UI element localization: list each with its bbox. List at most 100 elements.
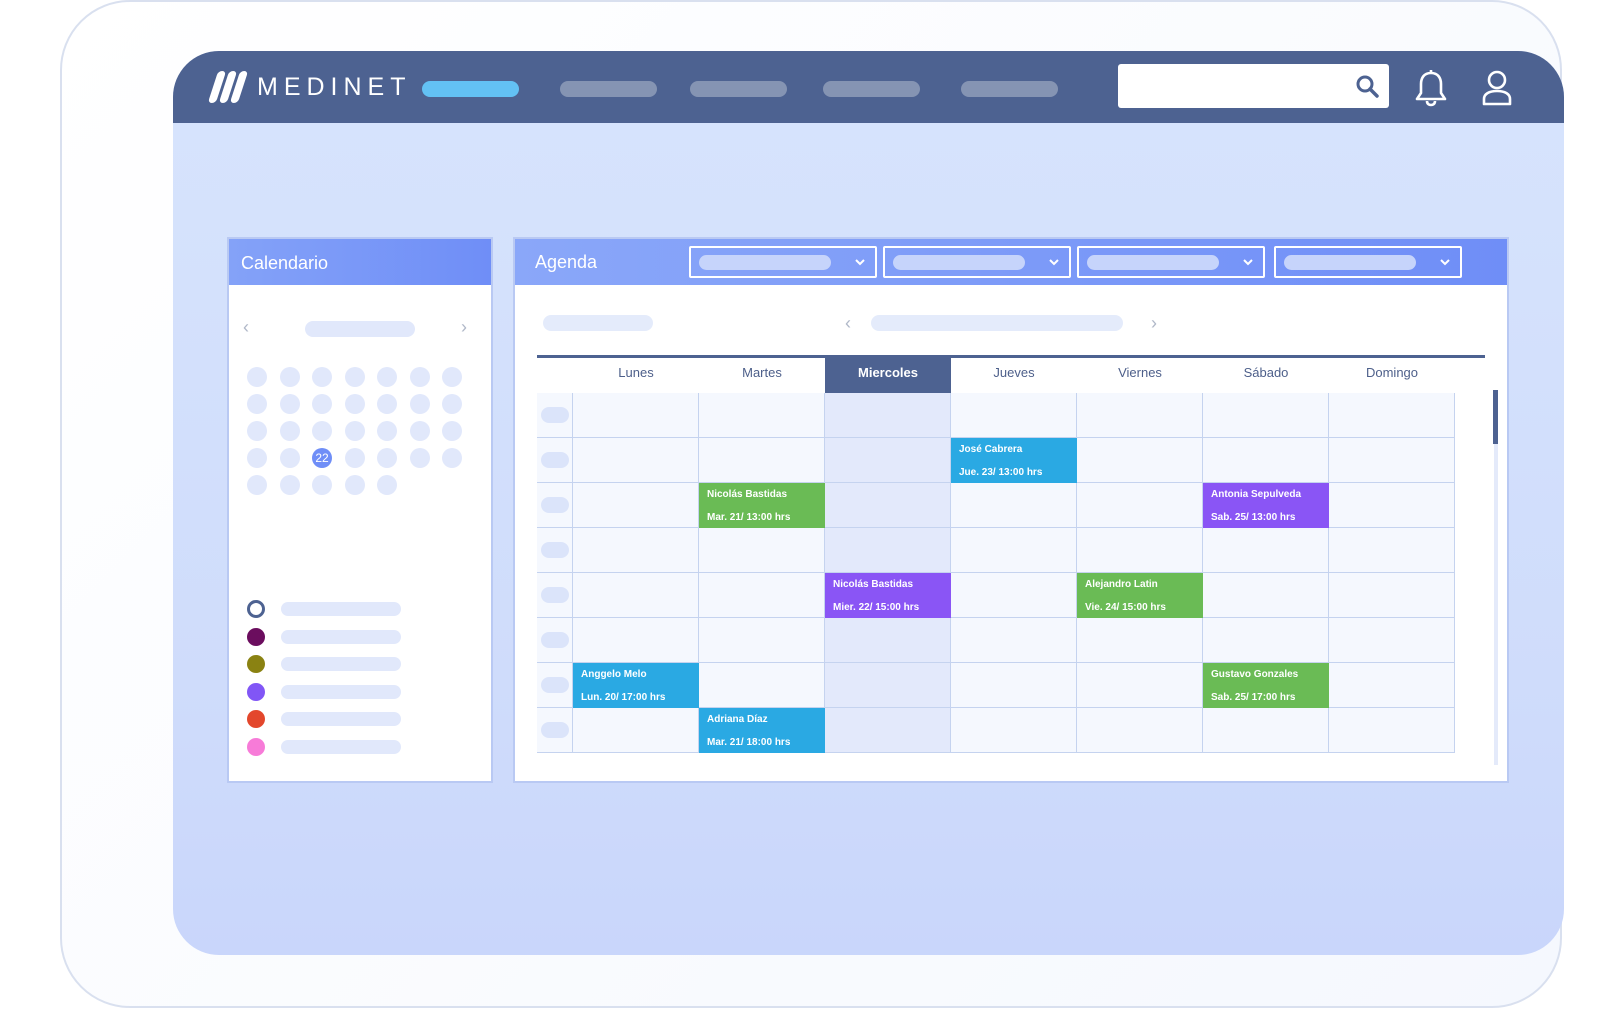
calendar-day[interactable] — [344, 394, 365, 414]
agenda-cell[interactable] — [951, 528, 1077, 573]
agenda-cell[interactable] — [951, 708, 1077, 753]
agenda-cell[interactable] — [1203, 528, 1329, 573]
legend-item[interactable] — [247, 599, 487, 619]
agenda-cell[interactable] — [573, 573, 699, 618]
appointment-card[interactable]: Gustavo Gonzales Sab. 25/ 17:00 hrs — [1203, 663, 1329, 708]
chevron-right-icon[interactable]: › — [461, 317, 467, 338]
agenda-cell[interactable] — [1329, 438, 1455, 483]
calendar-day[interactable] — [409, 367, 430, 387]
calendar-day[interactable] — [377, 421, 397, 441]
agenda-cell[interactable] — [825, 528, 951, 573]
calendar-day[interactable] — [247, 421, 267, 441]
nav-item-4[interactable] — [823, 81, 920, 97]
agenda-cell[interactable] — [699, 618, 825, 663]
day-header-6[interactable]: Domingo — [1329, 358, 1455, 393]
calendar-day[interactable] — [344, 421, 365, 441]
agenda-cell[interactable] — [573, 618, 699, 663]
calendar-day[interactable] — [344, 367, 365, 387]
agenda-cell[interactable] — [1329, 663, 1455, 708]
agenda-scrollbar[interactable] — [1493, 390, 1498, 765]
calendar-day[interactable] — [279, 394, 300, 414]
calendar-day[interactable] — [442, 448, 462, 468]
user-profile-icon[interactable] — [1480, 69, 1514, 107]
search-icon[interactable] — [1355, 74, 1379, 98]
appointment-card[interactable]: Anggelo Melo Lun. 20/ 17:00 hrs — [573, 663, 699, 708]
day-header-1[interactable]: Martes — [699, 358, 825, 393]
agenda-cell[interactable] — [1329, 393, 1455, 438]
agenda-cell[interactable] — [1329, 483, 1455, 528]
agenda-cell[interactable] — [1329, 528, 1455, 573]
agenda-cell[interactable] — [825, 663, 951, 708]
search-input[interactable] — [1118, 64, 1389, 108]
appointment-card[interactable]: Alejandro Latin Vie. 24/ 15:00 hrs — [1077, 573, 1203, 618]
agenda-cell[interactable] — [1077, 618, 1203, 663]
agenda-cell[interactable] — [1329, 573, 1455, 618]
chevron-left-icon[interactable]: ‹ — [243, 317, 249, 338]
appointment-card[interactable]: Nicolás Bastidas Mar. 21/ 13:00 hrs — [699, 483, 825, 528]
agenda-cell[interactable] — [1203, 393, 1329, 438]
agenda-cell[interactable] — [951, 618, 1077, 663]
filter-dropdown-3[interactable] — [1077, 246, 1265, 278]
agenda-cell[interactable] — [1077, 483, 1203, 528]
appointment-card[interactable]: José Cabrera Jue. 23/ 13:00 hrs — [951, 438, 1077, 483]
day-header-5[interactable]: Sábado — [1203, 358, 1329, 393]
agenda-cell[interactable] — [699, 573, 825, 618]
agenda-cell[interactable] — [1077, 528, 1203, 573]
scrollbar-thumb[interactable] — [1493, 390, 1498, 444]
agenda-cell[interactable] — [573, 393, 699, 438]
agenda-cell[interactable] — [1203, 618, 1329, 663]
agenda-cell[interactable] — [825, 393, 951, 438]
appointment-card[interactable]: Nicolás Bastidas Mier. 22/ 15:00 hrs — [825, 573, 951, 618]
day-header-4[interactable]: Viernes — [1077, 358, 1203, 393]
calendar-day[interactable] — [279, 367, 300, 387]
calendar-day[interactable] — [344, 475, 365, 495]
calendar-day[interactable] — [247, 448, 267, 468]
legend-item[interactable] — [247, 709, 487, 729]
agenda-cell[interactable] — [825, 618, 951, 663]
chevron-left-icon[interactable]: ‹ — [845, 313, 851, 334]
agenda-cell[interactable] — [951, 483, 1077, 528]
filter-dropdown-2[interactable] — [883, 246, 1071, 278]
nav-item-1[interactable] — [422, 81, 519, 97]
agenda-cell[interactable] — [1329, 618, 1455, 663]
agenda-cell[interactable] — [1203, 438, 1329, 483]
legend-item[interactable] — [247, 682, 487, 702]
calendar-day[interactable] — [442, 421, 462, 441]
legend-item[interactable] — [247, 627, 487, 647]
calendar-day[interactable] — [377, 448, 397, 468]
calendar-day[interactable] — [312, 475, 332, 495]
day-header-2[interactable]: Miercoles — [825, 358, 951, 393]
calendar-day[interactable] — [247, 475, 267, 495]
filter-dropdown-4[interactable] — [1274, 246, 1462, 278]
appointment-card[interactable]: Adriana Díaz Mar. 21/ 18:00 hrs — [699, 708, 825, 753]
calendar-day[interactable] — [409, 394, 430, 414]
bell-icon[interactable] — [1414, 69, 1448, 107]
agenda-cell[interactable] — [1329, 708, 1455, 753]
agenda-cell[interactable] — [1077, 663, 1203, 708]
agenda-cell[interactable] — [951, 393, 1077, 438]
legend-item[interactable] — [247, 737, 487, 757]
nav-item-2[interactable] — [560, 81, 657, 97]
agenda-cell[interactable] — [699, 528, 825, 573]
filter-dropdown-1[interactable] — [689, 246, 877, 278]
calendar-day[interactable] — [279, 448, 300, 468]
legend-item[interactable] — [247, 654, 487, 674]
agenda-cell[interactable] — [699, 393, 825, 438]
agenda-cell[interactable] — [1077, 393, 1203, 438]
agenda-cell[interactable] — [1077, 438, 1203, 483]
calendar-day[interactable] — [279, 475, 300, 495]
agenda-cell[interactable] — [1203, 708, 1329, 753]
calendar-day[interactable] — [312, 421, 332, 441]
nav-item-3[interactable] — [690, 81, 787, 97]
medinet-logo[interactable]: MEDINET — [207, 67, 412, 107]
calendar-day[interactable] — [377, 394, 397, 414]
agenda-cell[interactable] — [825, 438, 951, 483]
agenda-cell[interactable] — [699, 438, 825, 483]
agenda-cell[interactable] — [825, 708, 951, 753]
calendar-day[interactable] — [442, 394, 462, 414]
calendar-day[interactable] — [247, 367, 267, 387]
agenda-cell[interactable] — [573, 438, 699, 483]
agenda-cell[interactable] — [951, 663, 1077, 708]
calendar-day[interactable] — [409, 448, 430, 468]
day-header-3[interactable]: Jueves — [951, 358, 1077, 393]
